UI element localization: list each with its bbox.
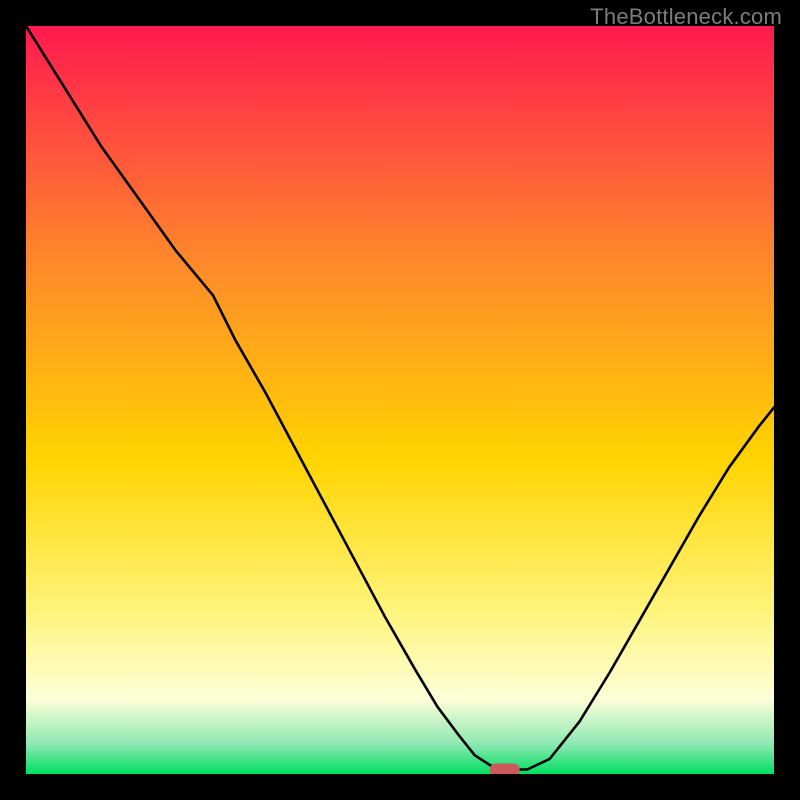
chart-svg xyxy=(26,26,774,774)
optimal-marker xyxy=(490,764,520,775)
watermark-credit: TheBottleneck.com xyxy=(590,4,782,30)
chart-frame: TheBottleneck.com xyxy=(0,0,800,800)
gradient-background xyxy=(26,26,774,774)
plot-area xyxy=(26,26,774,774)
